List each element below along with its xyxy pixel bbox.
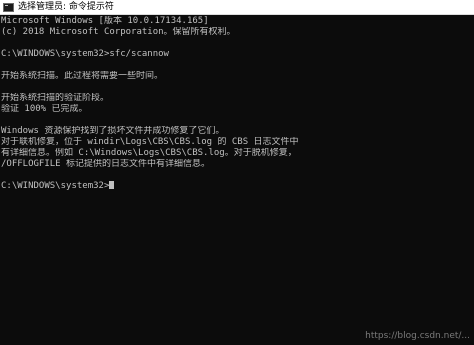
title-bar[interactable]: 选择管理员: 命令提示符 [0, 0, 474, 15]
text-cursor [109, 181, 115, 189]
console-line: 验证 100% 已完成。 [1, 104, 88, 114]
cmd-icon [3, 2, 14, 12]
console-line: 对于联机修复，位于 windir\Logs\CBS\CBS.log 的 CBS … [1, 137, 299, 147]
console-output[interactable]: Microsoft Windows [版本 10.0.17134.165] (c… [1, 16, 473, 345]
console-line: 开始系统扫描的验证阶段。 [1, 93, 110, 103]
console-line: Windows 资源保护找到了损坏文件并成功修复了它们。 [1, 126, 225, 136]
console-line: /OFFLOGFILE 标记提供的日志文件中有详细信息。 [1, 159, 211, 169]
console-line: C:\WINDOWS\system32>sfc/scannow [1, 49, 169, 59]
command-prompt-window: 选择管理员: 命令提示符 Microsoft Windows [版本 10.0.… [0, 0, 474, 345]
console-line: Microsoft Windows [版本 10.0.17134.165] [1, 16, 209, 26]
console-line: 有详细信息。例如 C:\Windows\Logs\CBS\CBS.log。对于脱… [1, 148, 297, 158]
command-prompt: C:\WINDOWS\system32> [1, 181, 110, 191]
prompt-line[interactable]: C:\WINDOWS\system32> [1, 181, 473, 192]
window-title: 选择管理员: 命令提示符 [18, 1, 114, 12]
console-line: (c) 2018 Microsoft Corporation。保留所有权利。 [1, 27, 236, 37]
console-line: 开始系统扫描。此过程将需要一些时间。 [1, 71, 164, 81]
watermark: https://blog.csdn.net/... [365, 331, 470, 341]
